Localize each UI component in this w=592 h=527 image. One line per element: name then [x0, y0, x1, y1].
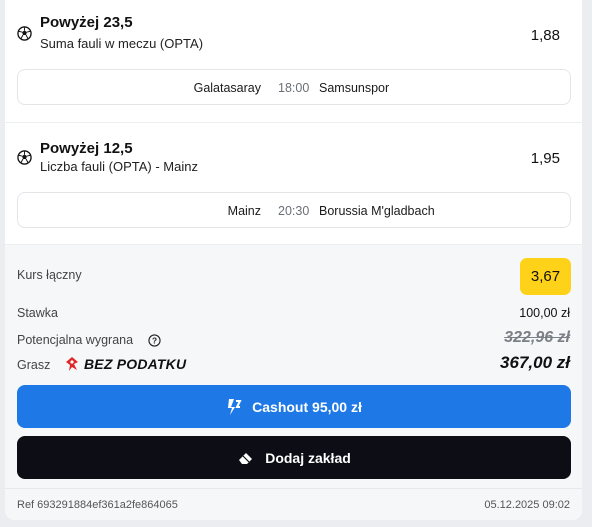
- selection-market: Liczba fauli (OPTA) - Mainz: [40, 159, 198, 174]
- svg-text:?: ?: [152, 336, 157, 346]
- tax-free-prefix: Grasz: [17, 358, 51, 372]
- info-icon[interactable]: ?: [148, 334, 161, 347]
- total-odds-label: Kurs łączny: [17, 268, 82, 282]
- cashout-icon: [228, 398, 242, 415]
- home-team: Mainz: [227, 204, 261, 218]
- selection-market: Suma fauli w meczu (OPTA): [40, 36, 204, 51]
- potential-win-new: 367,00 zł: [500, 353, 570, 372]
- home-team: Galatasaray: [193, 81, 261, 95]
- soccer-ball-icon: [17, 150, 32, 165]
- away-team: Borussia M'gladbach: [319, 204, 435, 218]
- potential-win-label: Potencjalna wygrana: [17, 333, 134, 347]
- total-odds-badge: 3,67: [520, 258, 571, 295]
- add-bet-label: Dodaj zakład: [265, 449, 351, 466]
- tax-free-icon: [66, 357, 78, 371]
- cashout-label: Cashout 95,00 zł: [252, 398, 362, 415]
- selection-pick: Powyżej 23,5: [40, 14, 133, 31]
- selection-item: Powyżej 12,5 Liczba fauli (OPTA) - Mainz…: [5, 122, 582, 244]
- tax-free-label: BEZ PODATKU: [84, 356, 187, 372]
- bet-summary: Kurs łączny 3,67 Stawka 100,00 zł Potenc…: [5, 244, 582, 520]
- stake-label: Stawka: [17, 306, 58, 320]
- bet-date: 05.12.2025 09:02: [484, 499, 570, 511]
- match-info[interactable]: Galatasaray 18:00 Samsunspor: [17, 69, 571, 105]
- bet-reference: Ref 693291884ef361a2fe864065: [17, 499, 178, 511]
- selection-odds: 1,88: [530, 27, 560, 44]
- selection-odds: 1,95: [530, 150, 560, 167]
- eraser-icon: [239, 452, 253, 464]
- match-info[interactable]: Mainz 20:30 Borussia M'gladbach: [17, 192, 571, 228]
- away-team: Samsunspor: [319, 81, 390, 95]
- match-time: 18:00: [278, 81, 310, 95]
- footer-divider: [5, 488, 582, 489]
- selection-item: Powyżej 23,5 Suma fauli w meczu (OPTA) 1…: [5, 0, 582, 122]
- stake-value: 100,00 zł: [519, 306, 570, 320]
- add-bet-button[interactable]: Dodaj zakład: [17, 436, 571, 479]
- cashout-button[interactable]: Cashout 95,00 zł: [17, 385, 571, 428]
- selection-pick: Powyżej 12,5: [40, 140, 133, 157]
- bet-slip-card: Powyżej 23,5 Suma fauli w meczu (OPTA) 1…: [5, 0, 582, 520]
- potential-win-old: 322,96 zł: [504, 329, 570, 346]
- match-time: 20:30: [278, 204, 310, 218]
- soccer-ball-icon: [17, 26, 32, 41]
